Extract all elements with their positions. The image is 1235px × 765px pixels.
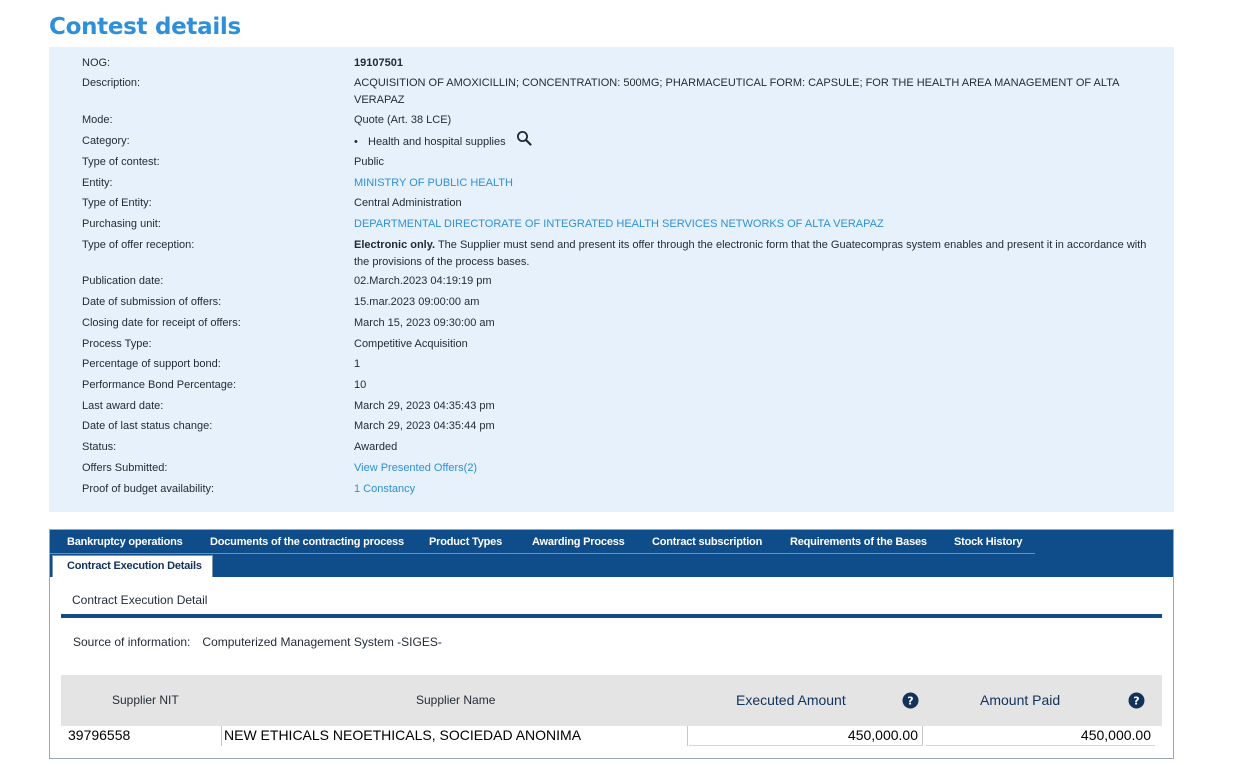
detail-label: Offers Submitted:: [82, 462, 168, 474]
tab-contracting-documents[interactable]: Documents of the contracting process: [210, 535, 404, 553]
status-value: Awarded: [354, 441, 398, 453]
detail-value: March 29, 2023 04:35:44 pm: [354, 420, 495, 432]
detail-value-category: • Health and hospital supplies: [354, 130, 1154, 152]
offer-reception-emphasis: Electronic only.: [354, 239, 436, 251]
tab-bankruptcy-operations[interactable]: Bankruptcy operations: [67, 535, 183, 553]
detail-label: Description:: [82, 77, 141, 89]
svg-text:?: ?: [907, 695, 913, 708]
tab-product-types[interactable]: Product Types: [429, 535, 502, 553]
tab-divider: [50, 553, 1035, 554]
help-icon[interactable]: ?: [1128, 692, 1145, 714]
detail-value: Quote (Art. 38 LCE): [354, 114, 452, 126]
category-name: Health and hospital supplies: [368, 136, 506, 149]
detail-label: Percentage of support bond:: [82, 358, 221, 370]
source-value: Computerized Management System -SIGES-: [202, 635, 442, 649]
tabs-bar: Bankruptcy operations Documents of the c…: [50, 530, 1173, 577]
detail-value: 19107501: [354, 57, 403, 69]
detail-label: NOG:: [82, 57, 111, 69]
detail-label: Type of Entity:: [82, 197, 152, 209]
page-title: Contest details: [49, 14, 241, 40]
detail-label: Status:: [82, 441, 117, 453]
detail-label: Type of contest:: [82, 156, 160, 168]
tab-contract-subscription[interactable]: Contract subscription: [652, 535, 762, 553]
detail-value: 15.mar.2023 09:00:00 am: [354, 296, 480, 308]
section-divider: [61, 614, 1162, 618]
search-icon[interactable]: [516, 130, 532, 152]
cell-executed-amount: 450,000.00: [689, 726, 923, 746]
source-of-information: Source of information: Computerized Manag…: [73, 635, 442, 649]
detail-label: Date of submission of offers:: [82, 296, 222, 308]
detail-label: Performance Bond Percentage:: [82, 379, 237, 391]
header-amount-paid: Amount Paid: [980, 692, 1061, 708]
detail-value: ACQUISITION OF AMOXICILLIN; CONCENTRATIO…: [354, 77, 1119, 106]
detail-label: Closing date for receipt of offers:: [82, 317, 241, 329]
tab-requirements-of-bases[interactable]: Requirements of the Bases: [790, 535, 927, 553]
detail-value: 1: [354, 358, 361, 370]
bullet: •: [354, 136, 358, 149]
help-icon[interactable]: ?: [902, 692, 919, 714]
detail-value: 10: [354, 379, 367, 391]
table-header: Supplier NIT Supplier Name Executed Amou…: [61, 675, 1162, 726]
detail-label: Category:: [82, 135, 130, 147]
detail-value: Competitive Acquisition: [354, 338, 468, 350]
cell-supplier-nit: 39796558: [61, 726, 222, 746]
detail-label: Type of offer reception:: [82, 239, 195, 251]
table-row: 39796558 NEW ETHICALS NEOETHICALS, SOCIE…: [61, 726, 1162, 746]
detail-label: Entity:: [82, 177, 113, 189]
detail-label: Date of last status change:: [82, 420, 213, 432]
cell-supplier-name: NEW ETHICALS NEOETHICALS, SOCIEDAD ANONI…: [222, 726, 688, 746]
cell-amount-paid: 450,000.00: [926, 726, 1155, 746]
source-label: Source of information:: [73, 635, 191, 649]
view-offers-link[interactable]: View Presented Offers(2): [354, 460, 1154, 477]
detail-label: Proof of budget availability:: [82, 483, 215, 495]
constancy-link[interactable]: 1 Constancy: [354, 481, 1154, 498]
svg-text:?: ?: [1133, 695, 1139, 708]
detail-value-offer-reception: Electronic only. The Supplier must send …: [354, 237, 1154, 270]
detail-value: Central Administration: [354, 197, 462, 209]
tabs-panel: Bankruptcy operations Documents of the c…: [49, 529, 1174, 759]
entity-link[interactable]: MINISTRY OF PUBLIC HEALTH: [354, 175, 1154, 192]
tab-stock-history[interactable]: Stock History: [954, 535, 1023, 553]
detail-label: Mode:: [82, 114, 113, 126]
header-supplier-nit: Supplier NIT: [112, 693, 179, 707]
contest-details-panel: NOG: 19107501 Description: ACQUISITION O…: [49, 47, 1174, 512]
offer-reception-text: The Supplier must send and present its o…: [354, 239, 1147, 268]
tab-awarding-process[interactable]: Awarding Process: [532, 535, 625, 553]
detail-label: Last award date:: [82, 400, 164, 412]
detail-value: March 29, 2023 04:35:43 pm: [354, 400, 495, 412]
section-title: Contract Execution Detail: [72, 593, 208, 607]
header-supplier-name: Supplier Name: [416, 693, 496, 707]
detail-value: 02.March.2023 04:19:19 pm: [354, 275, 492, 287]
detail-label: Process Type:: [82, 338, 152, 350]
detail-value: March 15, 2023 09:30:00 am: [354, 317, 495, 329]
header-executed-amount: Executed Amount: [736, 692, 846, 708]
purchasing-unit-link[interactable]: DEPARTMENTAL DIRECTORATE OF INTEGRATED H…: [354, 216, 1154, 233]
detail-value: Public: [354, 156, 384, 168]
tab-contract-execution-details[interactable]: Contract Execution Details: [52, 555, 213, 577]
detail-label: Publication date:: [82, 275, 164, 287]
detail-label: Purchasing unit:: [82, 218, 161, 230]
